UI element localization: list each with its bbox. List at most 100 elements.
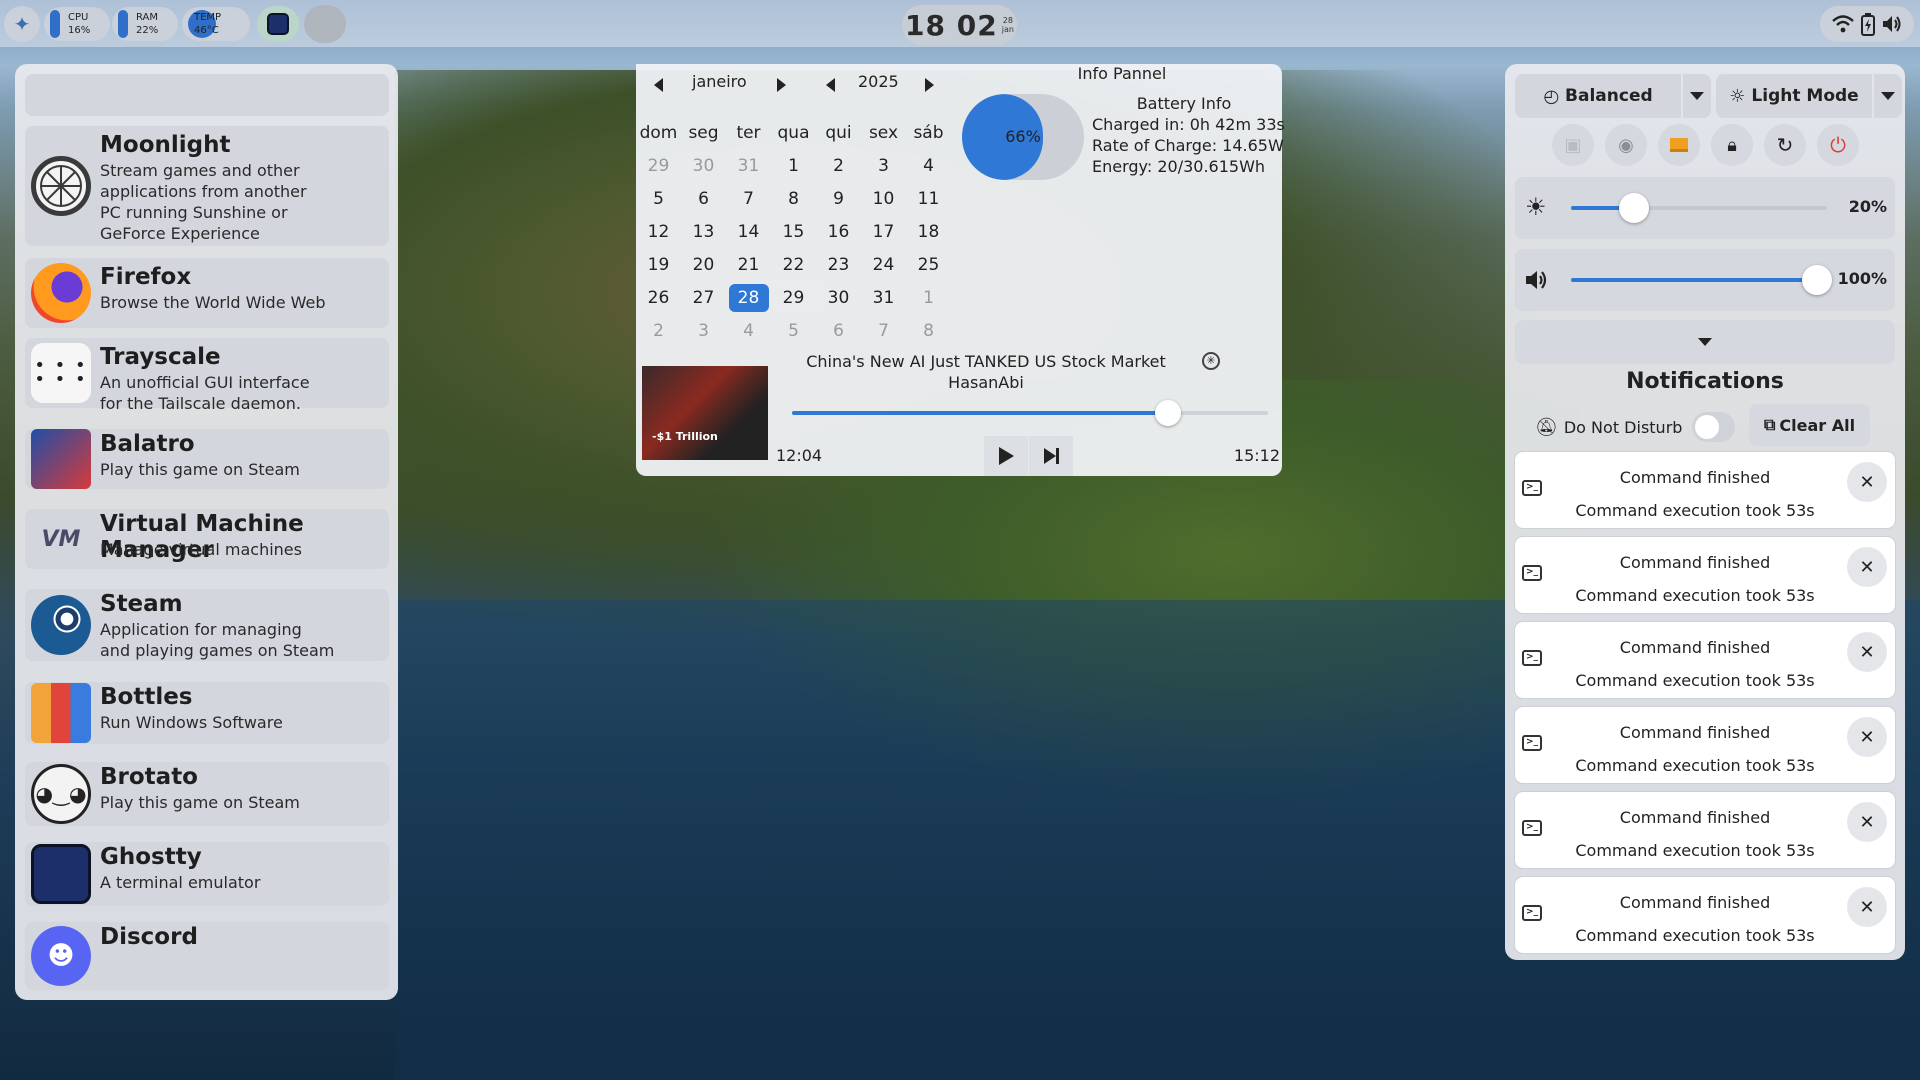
calendar-day[interactable]: 5 — [771, 321, 816, 341]
calendar-day[interactable]: 30 — [816, 288, 861, 308]
next-month-button[interactable] — [777, 78, 786, 92]
calendar-day[interactable]: 2 — [636, 321, 681, 341]
dismiss-notification-button[interactable]: ✕ — [1847, 462, 1887, 502]
calendar-day[interactable]: 8 — [771, 189, 816, 209]
dismiss-notification-button[interactable]: ✕ — [1847, 632, 1887, 672]
next-year-button[interactable] — [925, 78, 934, 92]
calendar-day[interactable]: 17 — [861, 222, 906, 242]
app-item-steam[interactable]: Steam Application for managing and playi… — [25, 589, 389, 661]
caffeine-button[interactable]: ◉ — [1605, 124, 1647, 166]
do-not-disturb-toggle[interactable]: 🔕︎ Do Not Disturb — [1535, 410, 1735, 444]
launcher-logo-icon[interactable]: ✦ — [4, 6, 40, 42]
notification-card[interactable]: >_ Command finished Command execution took… — [1515, 877, 1895, 953]
notification-card[interactable]: >_ Command finished Command execution took… — [1515, 537, 1895, 613]
calendar-day[interactable]: 21 — [726, 255, 771, 275]
app-item-moonlight[interactable]: Moonlight Stream games and other applica… — [25, 126, 389, 246]
calendar-day[interactable]: 9 — [816, 189, 861, 209]
dismiss-notification-button[interactable]: ✕ — [1847, 802, 1887, 842]
app-item-firefox[interactable]: Firefox Browse the World Wide Web — [25, 258, 389, 328]
media-progress-knob[interactable] — [1155, 400, 1182, 426]
calendar-day[interactable]: 12 — [636, 222, 681, 242]
dismiss-notification-button[interactable]: ✕ — [1847, 887, 1887, 927]
calendar-day[interactable]: 31 — [726, 156, 771, 176]
app-item-virt-manager[interactable]: VM Virtual Machine Manager Manage virtua… — [25, 509, 389, 569]
calendar-day[interactable]: 25 — [906, 255, 951, 275]
ram-monitor[interactable]: RAM 22% — [112, 7, 178, 41]
calendar-day[interactable]: 20 — [681, 255, 726, 275]
prev-month-button[interactable] — [654, 78, 663, 92]
expand-button[interactable] — [1515, 320, 1895, 364]
calendar-day[interactable]: 4 — [726, 321, 771, 341]
calendar-day[interactable]: 11 — [906, 189, 951, 209]
calendar-day[interactable]: 24 — [861, 255, 906, 275]
app-item-brotato[interactable]: ◕‿◕ Brotato Play this game on Steam — [25, 762, 389, 826]
workspace-indicator[interactable] — [257, 6, 299, 42]
workspace-empty[interactable] — [304, 5, 346, 43]
calendar-day[interactable]: 29 — [636, 156, 681, 176]
media-settings-icon[interactable]: ✳ — [1202, 352, 1220, 370]
lock-button[interactable]: 🔒︎ — [1711, 124, 1753, 166]
calendar-day[interactable]: 4 — [906, 156, 951, 176]
calendar-day[interactable]: 14 — [726, 222, 771, 242]
calendar-day[interactable]: 10 — [861, 189, 906, 209]
calendar-day[interactable]: 7 — [726, 189, 771, 209]
calendar-day[interactable]: 8 — [906, 321, 951, 341]
temp-monitor[interactable]: TEMP 46°C — [182, 7, 250, 41]
app-item-ghostty[interactable]: Ghostty A terminal emulator — [25, 842, 389, 906]
play-button[interactable] — [984, 436, 1028, 476]
app-item-balatro[interactable]: Balatro Play this game on Steam — [25, 429, 389, 489]
next-track-button[interactable] — [1029, 436, 1073, 476]
calendar-day[interactable]: 3 — [681, 321, 726, 341]
calendar-day[interactable]: 13 — [681, 222, 726, 242]
calendar-day[interactable]: 23 — [816, 255, 861, 275]
calendar-day[interactable]: 15 — [771, 222, 816, 242]
brightness-knob[interactable] — [1619, 193, 1650, 223]
night-light-button[interactable] — [1658, 124, 1700, 166]
calendar-day[interactable]: 5 — [636, 189, 681, 209]
app-item-trayscale[interactable]: • • • • • • Trayscale An unofficial GUI … — [25, 338, 389, 413]
volume-track[interactable] — [1571, 265, 1832, 295]
reboot-button[interactable]: ↻ — [1764, 124, 1806, 166]
calendar-day[interactable]: 18 — [906, 222, 951, 242]
dismiss-notification-button[interactable]: ✕ — [1847, 547, 1887, 587]
screenshot-button[interactable]: ▣ — [1552, 124, 1594, 166]
theme-mode-button[interactable]: ☼ Light Mode — [1716, 74, 1872, 118]
dnd-switch[interactable] — [1692, 412, 1735, 442]
calendar-day[interactable]: 1 — [771, 156, 816, 176]
calendar-day[interactable]: 6 — [816, 321, 861, 341]
calendar-day[interactable]: 16 — [816, 222, 861, 242]
calendar-day[interactable]: 19 — [636, 255, 681, 275]
power-profile-dropdown[interactable] — [1683, 74, 1711, 118]
cpu-monitor[interactable]: CPU 16% — [44, 7, 110, 41]
clear-all-button[interactable]: ⧉ Clear All — [1749, 404, 1870, 446]
app-item-discord[interactable]: ☻ Discord — [25, 922, 389, 990]
system-tray[interactable] — [1820, 6, 1914, 42]
power-button[interactable]: ⏻ — [1817, 124, 1859, 166]
clock[interactable]: 18 02 28 jan — [902, 5, 1017, 45]
calendar-day[interactable]: 31 — [861, 288, 906, 308]
notification-card[interactable]: >_ Command finished Command execution took… — [1515, 792, 1895, 868]
calendar-day[interactable]: 2 — [816, 156, 861, 176]
calendar-day[interactable]: 28 — [728, 283, 769, 312]
calendar-day[interactable]: 30 — [681, 156, 726, 176]
calendar-day[interactable]: 7 — [861, 321, 906, 341]
notification-card[interactable]: >_ Command finished Command execution took… — [1515, 622, 1895, 698]
calendar-day[interactable]: 6 — [681, 189, 726, 209]
dismiss-notification-button[interactable]: ✕ — [1847, 717, 1887, 757]
prev-year-button[interactable] — [826, 78, 835, 92]
notification-card[interactable]: >_ Command finished Command execution took… — [1515, 452, 1895, 528]
launcher-search-input[interactable] — [25, 74, 389, 116]
brightness-track[interactable] — [1571, 193, 1827, 223]
theme-mode-dropdown[interactable] — [1874, 74, 1902, 118]
calendar-day[interactable]: 3 — [861, 156, 906, 176]
notification-card[interactable]: >_ Command finished Command execution took… — [1515, 707, 1895, 783]
calendar-day[interactable]: 26 — [636, 288, 681, 308]
calendar-day[interactable]: 1 — [906, 288, 951, 308]
power-profile-button[interactable]: ◴ Balanced — [1515, 74, 1681, 118]
calendar-day[interactable]: 27 — [681, 288, 726, 308]
volume-knob[interactable] — [1802, 265, 1832, 295]
media-progress-track[interactable] — [792, 400, 1268, 426]
app-item-bottles[interactable]: Bottles Run Windows Software — [25, 682, 389, 744]
calendar-day[interactable]: 22 — [771, 255, 816, 275]
calendar-day[interactable]: 29 — [771, 288, 816, 308]
